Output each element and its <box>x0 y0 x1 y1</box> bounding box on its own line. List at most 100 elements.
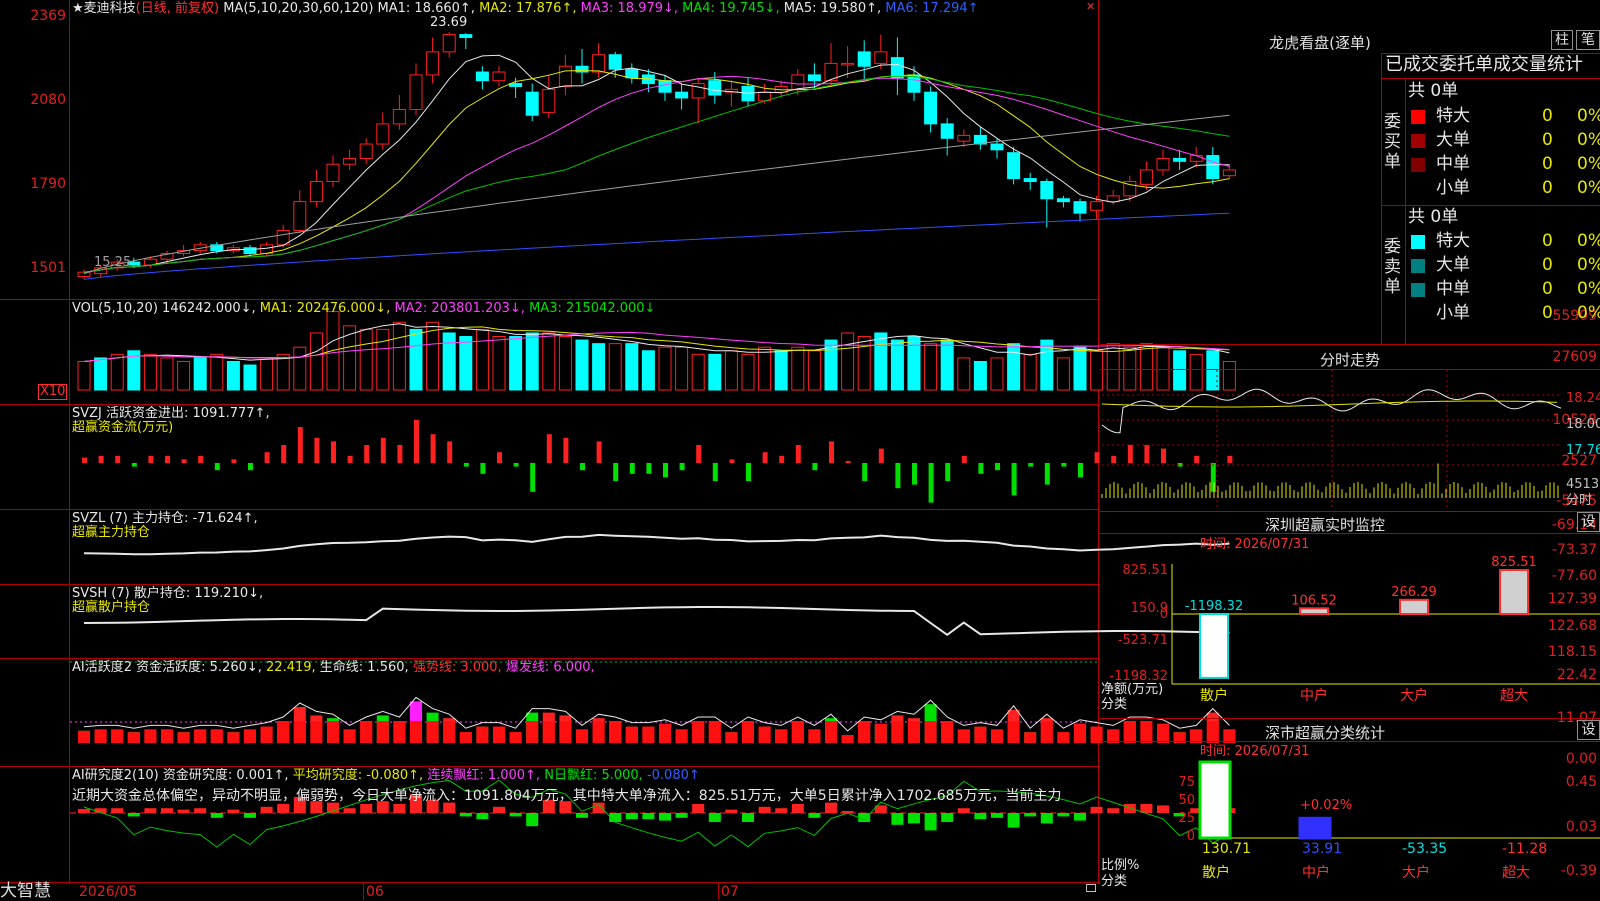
date-label: 2026/05 <box>79 884 138 900</box>
research-bar <box>858 813 871 822</box>
monitor-bar <box>1399 598 1429 615</box>
fund-flow-bar <box>1094 452 1100 463</box>
ai-research-header: AI研究度2(10) 资金研究度: 0.001↑, 平均研究度: -0.080↑… <box>72 769 700 783</box>
activity-base-bar <box>127 732 140 743</box>
volume-bar <box>442 332 456 391</box>
activity-base-bar <box>592 721 605 743</box>
research-bar <box>277 804 290 813</box>
intraday-chart[interactable] <box>1101 370 1562 510</box>
activity-base-bar <box>625 726 638 743</box>
fund-flow-bar <box>414 419 419 463</box>
volume-bar <box>774 350 788 391</box>
class-settings-button[interactable]: 设 <box>1577 720 1600 740</box>
volume-bar <box>641 350 655 391</box>
ai-research-avg: 平均研究度: -0.080↑, <box>292 768 424 783</box>
research-bar <box>692 804 705 813</box>
activity-base-bar <box>825 721 837 743</box>
fund-flow-bar <box>961 455 967 463</box>
activity-base-bar <box>791 721 804 743</box>
bar-mode-button[interactable]: 柱 <box>1551 30 1573 50</box>
fund-flow-bar <box>795 445 801 463</box>
candle-body <box>807 74 821 82</box>
fund-flow-bar <box>131 463 137 467</box>
volume-bar <box>1007 343 1021 391</box>
activity-base-bar <box>675 729 688 743</box>
date-tick <box>363 882 364 900</box>
volume-bar <box>276 353 290 391</box>
candle-body <box>1106 195 1120 203</box>
fund-flow-bar <box>978 463 984 474</box>
candle-body <box>392 108 406 125</box>
ma5-value: MA5: 19.580↑, <box>783 1 882 16</box>
research-bar <box>725 809 738 813</box>
volume-bar <box>625 343 639 391</box>
intraday-volume: 4513 <box>1566 477 1600 492</box>
candle-body <box>1090 201 1104 211</box>
monitor-value: -1198.32 <box>1185 599 1243 614</box>
ma4-value: MA4: 19.745↓, <box>682 1 780 16</box>
row-pct: 0% <box>1577 231 1600 251</box>
ai-activity-header: AI活跃度2 资金活跃度: 5.260↓, 22.419, 生命线: 1.560… <box>72 661 595 675</box>
row-count: 0 <box>1542 154 1553 174</box>
research-bar <box>493 806 505 813</box>
volume-bar <box>309 332 323 391</box>
fund-flow-bar <box>646 463 652 474</box>
close-chart-icon[interactable]: ✕ <box>1086 1 1096 12</box>
research-bar <box>791 804 804 813</box>
ai-research-nday: N日飘红: 5.000, <box>544 768 643 783</box>
activity-base-bar <box>957 729 970 743</box>
stock-name[interactable]: ★麦迪科技 <box>72 1 136 16</box>
brand-logo[interactable]: 大智慧 <box>0 882 51 900</box>
row-name: 中单 <box>1436 154 1470 174</box>
volume-bar <box>542 332 556 391</box>
research-bar <box>825 802 837 813</box>
candle-body <box>1206 155 1220 180</box>
research-bar <box>260 806 273 813</box>
candle-body <box>874 51 888 64</box>
research-bar <box>476 813 489 820</box>
monitor-category: 超大 <box>1500 688 1528 704</box>
volume-bar <box>841 332 855 391</box>
research-bar <box>244 813 256 818</box>
fund-flow-bar <box>380 437 386 463</box>
activity-base-bar <box>908 721 920 743</box>
fund-flow-bar <box>281 445 287 463</box>
y-tick: 1501 <box>30 260 66 276</box>
research-bar <box>957 808 970 813</box>
ai-research-chart <box>70 779 1236 848</box>
monitor-y-tick: 825.51 <box>1123 563 1169 578</box>
legend-swatch <box>1411 259 1425 273</box>
pen-mode-button[interactable]: 笔 <box>1576 30 1600 50</box>
stats-divider <box>1381 205 1600 206</box>
activity-base-bar <box>642 726 655 743</box>
volume-bar <box>691 353 705 391</box>
fund-flow-bar <box>912 463 917 485</box>
volume-bar <box>77 360 91 391</box>
class-value: 33.91 <box>1302 841 1342 857</box>
monitor-category: 散户 <box>1200 687 1228 704</box>
candle-body <box>542 88 556 113</box>
row-count: 0 <box>1542 178 1553 198</box>
volume-bar <box>177 360 191 391</box>
research-bar <box>526 813 539 827</box>
activity-line <box>83 696 1230 732</box>
candle-body <box>558 65 572 87</box>
class-y-tick: 25 <box>1178 811 1195 826</box>
research-bar <box>941 813 954 822</box>
candle-body <box>691 83 705 99</box>
chart-mode[interactable]: (日线, 前复权) <box>136 1 219 16</box>
monitor-settings-button[interactable]: 设 <box>1577 512 1600 532</box>
ma1-value: MA1: 18.660↑, <box>377 1 475 16</box>
activity-base-bar <box>924 721 937 743</box>
candle-body <box>857 51 871 67</box>
intraday-price: 18.00 <box>1566 417 1600 432</box>
research-bar <box>576 813 588 818</box>
candlestick-panel[interactable] <box>70 0 1236 299</box>
activity-base-bar <box>376 721 389 743</box>
activity-base-bar <box>1040 721 1053 743</box>
class-axis-label: 分类 <box>1101 874 1128 889</box>
lock-icon[interactable] <box>1086 884 1096 892</box>
volume-bar <box>1056 357 1070 391</box>
volume-bar <box>857 336 871 391</box>
fund-flow-bar <box>945 463 951 481</box>
